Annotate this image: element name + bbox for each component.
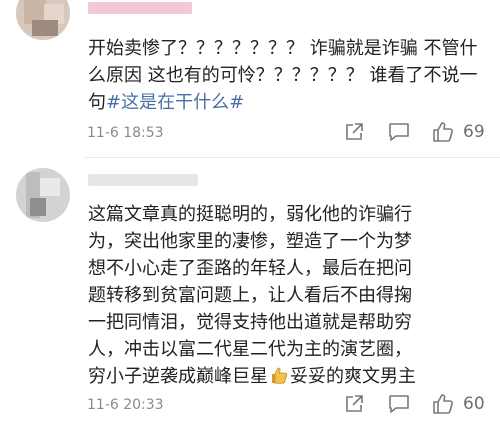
hashtag-link[interactable]: #这是在干什么# (106, 92, 244, 113)
comment-item: 这篇文章真的挺聪明的，弱化他的诈骗行为，突出他家里的凄惨，塑造了一个为梦想不小心… (0, 160, 500, 425)
comment-button[interactable] (388, 394, 410, 414)
divider (85, 157, 500, 158)
username-redacted[interactable] (88, 174, 198, 186)
comment-text: 开始卖惨了？？？？？？？ 诈骗就是诈骗 不管什么原因 这也有的可怜？？？？？？ … (88, 38, 478, 113)
comment-time: 11-6 18:53 (87, 125, 164, 141)
comment-item: 开始卖惨了？？？？？？？ 诈骗就是诈骗 不管什么原因 这也有的可怜？？？？？？ … (0, 0, 500, 160)
comment-icon (388, 122, 410, 142)
like-icon (432, 393, 454, 415)
thumbs-up-icon (270, 365, 288, 385)
comment-icon (388, 394, 410, 414)
like-icon (432, 121, 454, 143)
avatar[interactable] (16, 168, 70, 222)
share-button[interactable] (344, 122, 364, 142)
comment-time: 11-6 20:33 (87, 397, 164, 413)
share-button[interactable] (344, 394, 364, 414)
comment-button[interactable] (388, 122, 410, 142)
share-icon (344, 122, 364, 142)
avatar[interactable] (16, 0, 70, 40)
comment-text: 这篇文章真的挺聪明的，弱化他的诈骗行为，突出他家里的凄惨，塑造了一个为梦想不小心… (88, 204, 416, 387)
like-count: 60 (463, 394, 485, 414)
share-icon (344, 394, 364, 414)
like-button[interactable]: 60 (432, 393, 485, 415)
like-button[interactable]: 69 (432, 121, 485, 143)
username-redacted[interactable] (88, 2, 192, 14)
like-count: 69 (463, 122, 485, 142)
